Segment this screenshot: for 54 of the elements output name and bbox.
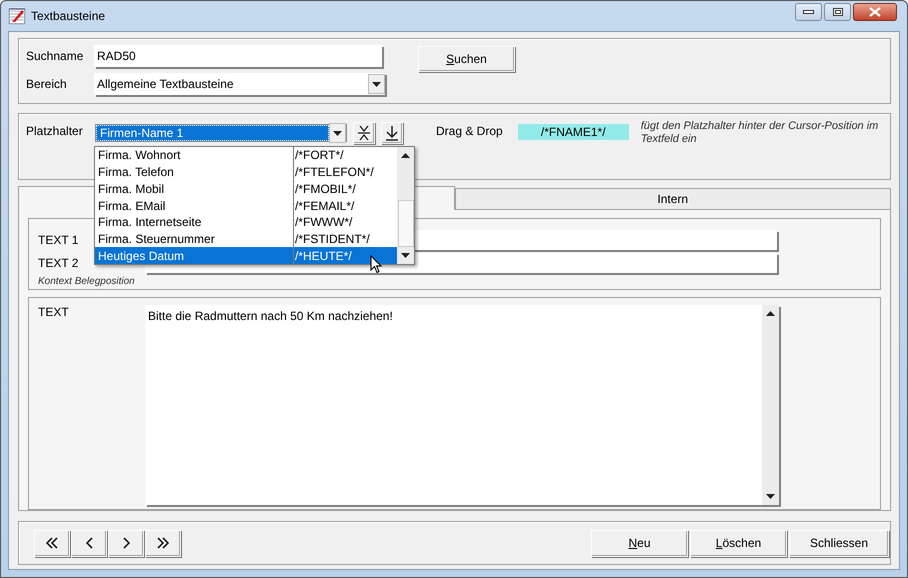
app-icon	[9, 8, 25, 24]
minimize-button[interactable]	[795, 3, 822, 21]
hint-text: fügt den Platzhalter hinter der Cursor-Position im Textfeld ein	[640, 120, 880, 146]
scrollbar[interactable]	[762, 305, 779, 505]
field-label: TEXT	[38, 305, 69, 321]
window-title: Textbausteine	[31, 9, 106, 23]
down-arrow-icon[interactable]	[372, 82, 381, 86]
up-arrow-icon[interactable]	[401, 152, 410, 158]
dropdown-option[interactable]: Firma. Internetseite /*FWWW*/	[95, 214, 397, 231]
collapse-icon	[357, 125, 371, 141]
text-content: Bitte die Radmuttern nach 50 Km nachziehen!	[148, 309, 393, 323]
placeholder-dropdown[interactable]: Firmen-Name 1	[95, 124, 347, 142]
search-name-field[interactable]: RAD50	[94, 45, 382, 67]
field-label: Drag & Drop	[436, 124, 503, 138]
double-chevron-right-icon	[157, 537, 169, 549]
up-arrow-icon[interactable]	[766, 311, 775, 316]
dropdown-option[interactable]: Firma. Mobil /*FMOBIL*/	[95, 180, 397, 198]
chevron-right-icon	[122, 537, 130, 549]
context-note: Kontext Belegposition	[38, 276, 136, 287]
search-button[interactable]: Suchen	[418, 46, 515, 72]
action-button[interactable]: Löschen	[690, 530, 787, 556]
tab[interactable]: Intern	[454, 188, 891, 210]
last-button[interactable]	[145, 530, 181, 556]
field-label: Bereich	[26, 77, 68, 91]
action-button[interactable]: Schliessen	[789, 530, 889, 556]
down-arrow-icon[interactable]	[401, 253, 410, 258]
dropdown-option[interactable]: Heutiges Datum /*HEUTE*/	[95, 247, 397, 264]
next-button[interactable]	[108, 530, 144, 556]
scrollbar[interactable]	[397, 147, 414, 264]
close-icon	[869, 7, 881, 17]
field-label: TEXT 2	[38, 256, 78, 270]
action-button[interactable]: Neu	[591, 530, 688, 556]
text-area[interactable]: Bitte die Radmuttern nach 50 Km nachziehen!	[145, 305, 779, 505]
chevron-left-icon	[86, 537, 92, 549]
double-chevron-left-icon	[46, 537, 58, 549]
dropdown-option[interactable]: Firma. EMail /*FEMAIL*/	[95, 197, 397, 214]
dropdown-option[interactable]: Firma. Telefon /*FTELEFON*/	[95, 164, 397, 180]
collapse-button[interactable]	[353, 122, 375, 144]
close-button[interactable]	[853, 3, 897, 21]
field-label: TEXT 1	[38, 233, 78, 247]
previous-button[interactable]	[71, 530, 107, 556]
maximize-button[interactable]	[824, 3, 851, 21]
field-label: Suchname	[26, 49, 84, 63]
category-dropdown[interactable]: Allgemeine Textbausteine	[94, 73, 385, 95]
insert-button[interactable]	[381, 122, 403, 144]
down-arrow-to-line-icon	[385, 125, 399, 141]
down-arrow-icon[interactable]	[333, 130, 342, 136]
drag-token[interactable]: /*FNAME1*/	[518, 124, 629, 140]
maximize-icon	[832, 8, 842, 16]
down-arrow-icon[interactable]	[766, 494, 775, 499]
minimize-icon	[803, 10, 814, 14]
dropdown-option[interactable]: Firma. Wohnort /*FORT*/	[95, 147, 397, 164]
field-label: Platzhalter	[26, 124, 84, 138]
first-button[interactable]	[34, 530, 70, 556]
